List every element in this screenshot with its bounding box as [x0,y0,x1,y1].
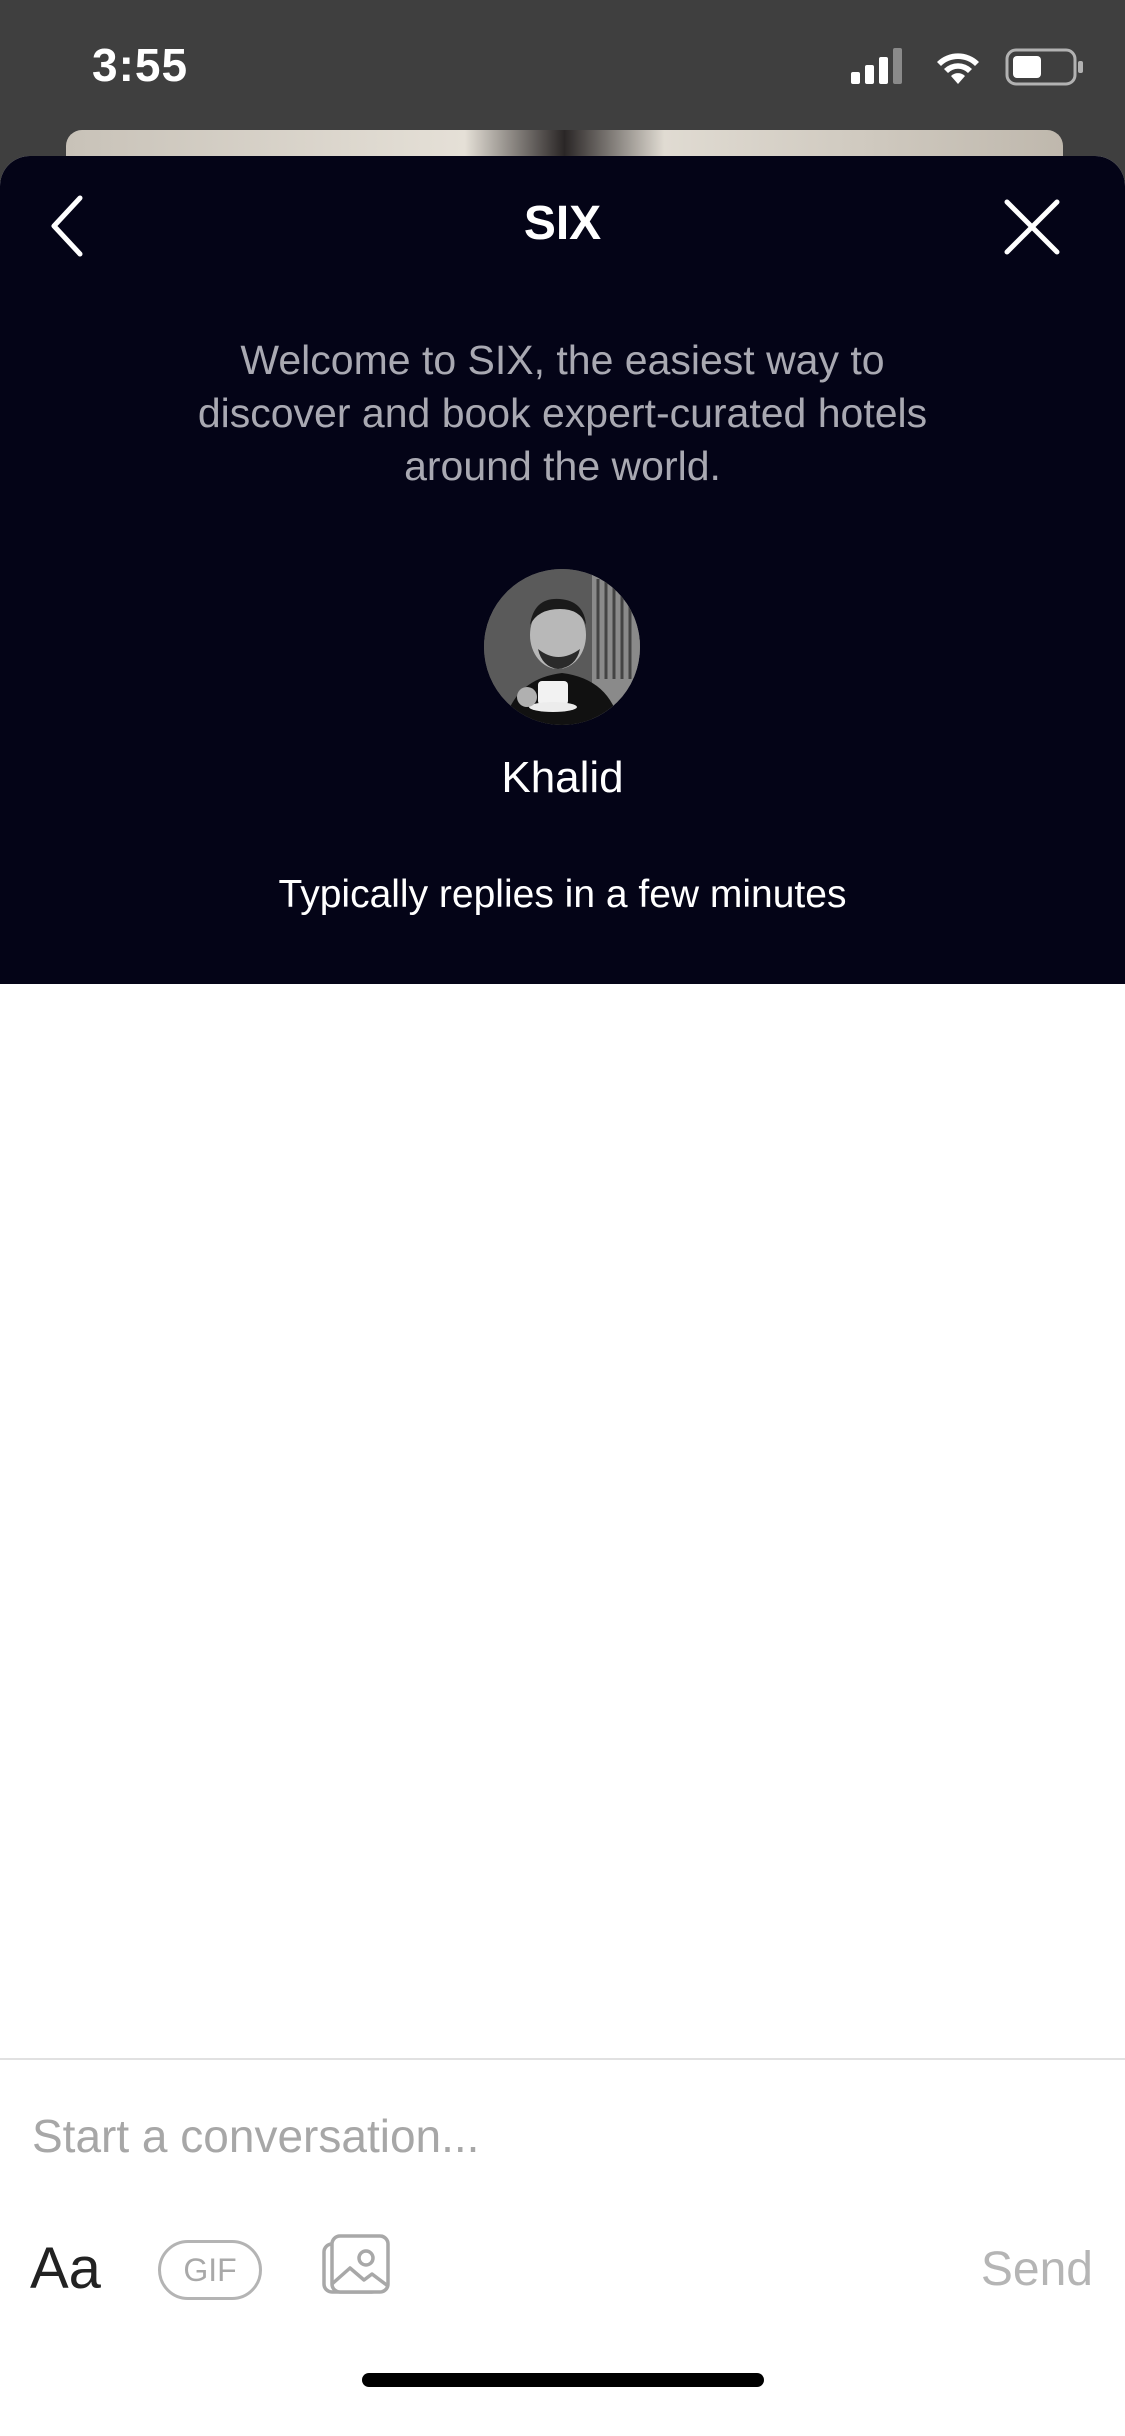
close-button[interactable] [999,194,1065,260]
header-title: SIX [523,197,602,250]
agent-photo [484,569,640,725]
reply-time-note: Typically replies in a few minutes [278,873,847,916]
home-indicator [362,2373,764,2387]
wifi-icon [937,53,979,84]
status-bar: 3:55 [0,0,1125,140]
gif-button[interactable]: GIF [158,2240,262,2300]
agent-name: Khalid [501,753,624,802]
agent-avatar [484,569,640,725]
battery-icon [1005,48,1083,86]
cellular-signal-icon [851,48,902,84]
image-icon [322,2234,390,2294]
status-time: 3:55 [92,39,189,91]
messenger-header: SIX Welcome to SIX, the easiest way to d… [0,156,1125,984]
close-icon [1004,199,1060,255]
conversation-area [0,984,1125,2058]
welcome-message: Welcome to SIX, the easiest way to disco… [197,337,928,489]
image-attach-button[interactable] [320,2232,392,2304]
messenger-sheet: SIX Welcome to SIX, the easiest way to d… [0,156,1125,2436]
send-button[interactable]: Send [981,2242,1093,2297]
text-format-button[interactable]: Aa [30,2235,101,2302]
message-input[interactable] [30,2096,1030,2176]
